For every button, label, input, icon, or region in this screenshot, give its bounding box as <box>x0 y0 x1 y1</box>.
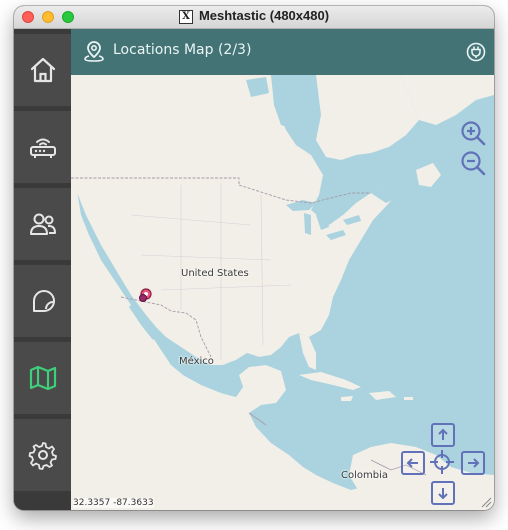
home-icon <box>30 57 55 83</box>
arrow-right-icon <box>468 458 480 468</box>
pan-up-button[interactable] <box>431 423 455 447</box>
app-window: X Meshtastic (480x480) Locations Map (2/… <box>14 6 494 510</box>
nav-messages[interactable] <box>14 265 71 337</box>
arrow-left-icon <box>406 458 418 468</box>
sidebar <box>14 29 71 510</box>
map-label-mexico: México <box>179 356 214 367</box>
pan-down-button[interactable] <box>431 481 455 505</box>
resize-grip-icon[interactable] <box>480 496 492 508</box>
map-view[interactable]: United States México Colombia 32.3357 -8… <box>71 75 494 510</box>
location-pin-icon <box>84 41 104 62</box>
nav-devices[interactable] <box>14 111 71 183</box>
nav-nodes[interactable] <box>14 188 71 260</box>
window-title: Meshtastic (480x480) <box>198 8 330 23</box>
arrow-down-icon <box>438 488 448 500</box>
map-icon <box>29 365 56 391</box>
arrow-up-icon <box>438 428 448 440</box>
window-title-wrap: X Meshtastic (480x480) <box>14 8 494 24</box>
coordinates-readout: 32.3357 -87.3633 <box>73 498 154 508</box>
nav-map[interactable] <box>14 342 71 414</box>
gear-icon <box>28 442 57 470</box>
users-icon <box>29 213 56 235</box>
title-bar[interactable]: X Meshtastic (480x480) <box>14 6 494 29</box>
nav-settings[interactable] <box>14 419 71 491</box>
x11-icon: X <box>178 10 193 24</box>
map-label-united-states: United States <box>181 268 249 279</box>
pan-right-button[interactable] <box>461 451 485 475</box>
zoom-in-icon[interactable] <box>459 119 487 147</box>
nav-home[interactable] <box>14 34 71 106</box>
crosshair-icon[interactable] <box>429 449 455 475</box>
pan-left-button[interactable] <box>401 451 425 475</box>
chat-icon <box>32 290 55 312</box>
page-title: Locations Map (2/3) <box>113 42 252 58</box>
zoom-out-icon[interactable] <box>459 149 487 177</box>
router-icon <box>29 138 56 158</box>
node-marker[interactable] <box>137 287 153 303</box>
map-label-colombia: Colombia <box>341 470 388 481</box>
plug-icon[interactable] <box>466 42 486 62</box>
page-header: Locations Map (2/3) <box>71 29 494 75</box>
